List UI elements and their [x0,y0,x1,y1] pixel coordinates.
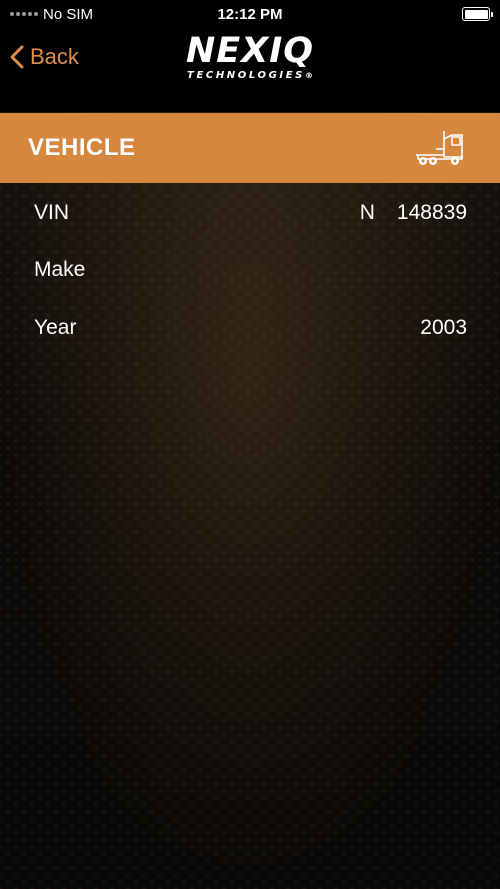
battery-icon [462,7,493,21]
chevron-left-icon [10,45,24,69]
row-label-vin: VIN [34,200,70,224]
vin-prefix: N [359,200,375,224]
logo-subtitle: TECHNOLOGIES® [170,70,330,82]
semi-truck-icon [416,131,463,165]
row-label-year: Year [34,315,77,339]
row-vin: VIN N 148839 [0,184,500,242]
row-value-year: 2003 [420,316,467,340]
row-year: Year 2003 [0,299,500,357]
back-button[interactable]: Back [10,40,79,74]
vehicle-info-list: VIN N 148839 Make Year 2003 [0,184,500,357]
nav-bar: Back NEXIQ TECHNOLOGIES® [0,28,500,112]
status-left: No SIM [10,6,93,23]
signal-icon [10,12,38,16]
vin-number: 148839 [396,200,467,224]
row-value-vin: N 148839 [360,201,467,225]
row-label-make: Make [34,258,86,282]
row-make: Make [0,242,500,300]
back-label: Back [30,44,79,69]
vehicle-section-header: VEHICLE [0,113,500,183]
section-title: VEHICLE [28,134,136,161]
year-value: 2003 [420,315,467,339]
status-bar: No SIM 12:12 PM [0,0,500,28]
registered-mark: ® [304,71,313,80]
battery-fill [464,9,488,19]
nexiq-logo: NEXIQ TECHNOLOGIES® [170,32,330,82]
carrier-label: No SIM [43,5,94,23]
logo-wordmark: NEXIQ [186,31,314,71]
logo-subtitle-text: TECHNOLOGIES [187,70,305,81]
